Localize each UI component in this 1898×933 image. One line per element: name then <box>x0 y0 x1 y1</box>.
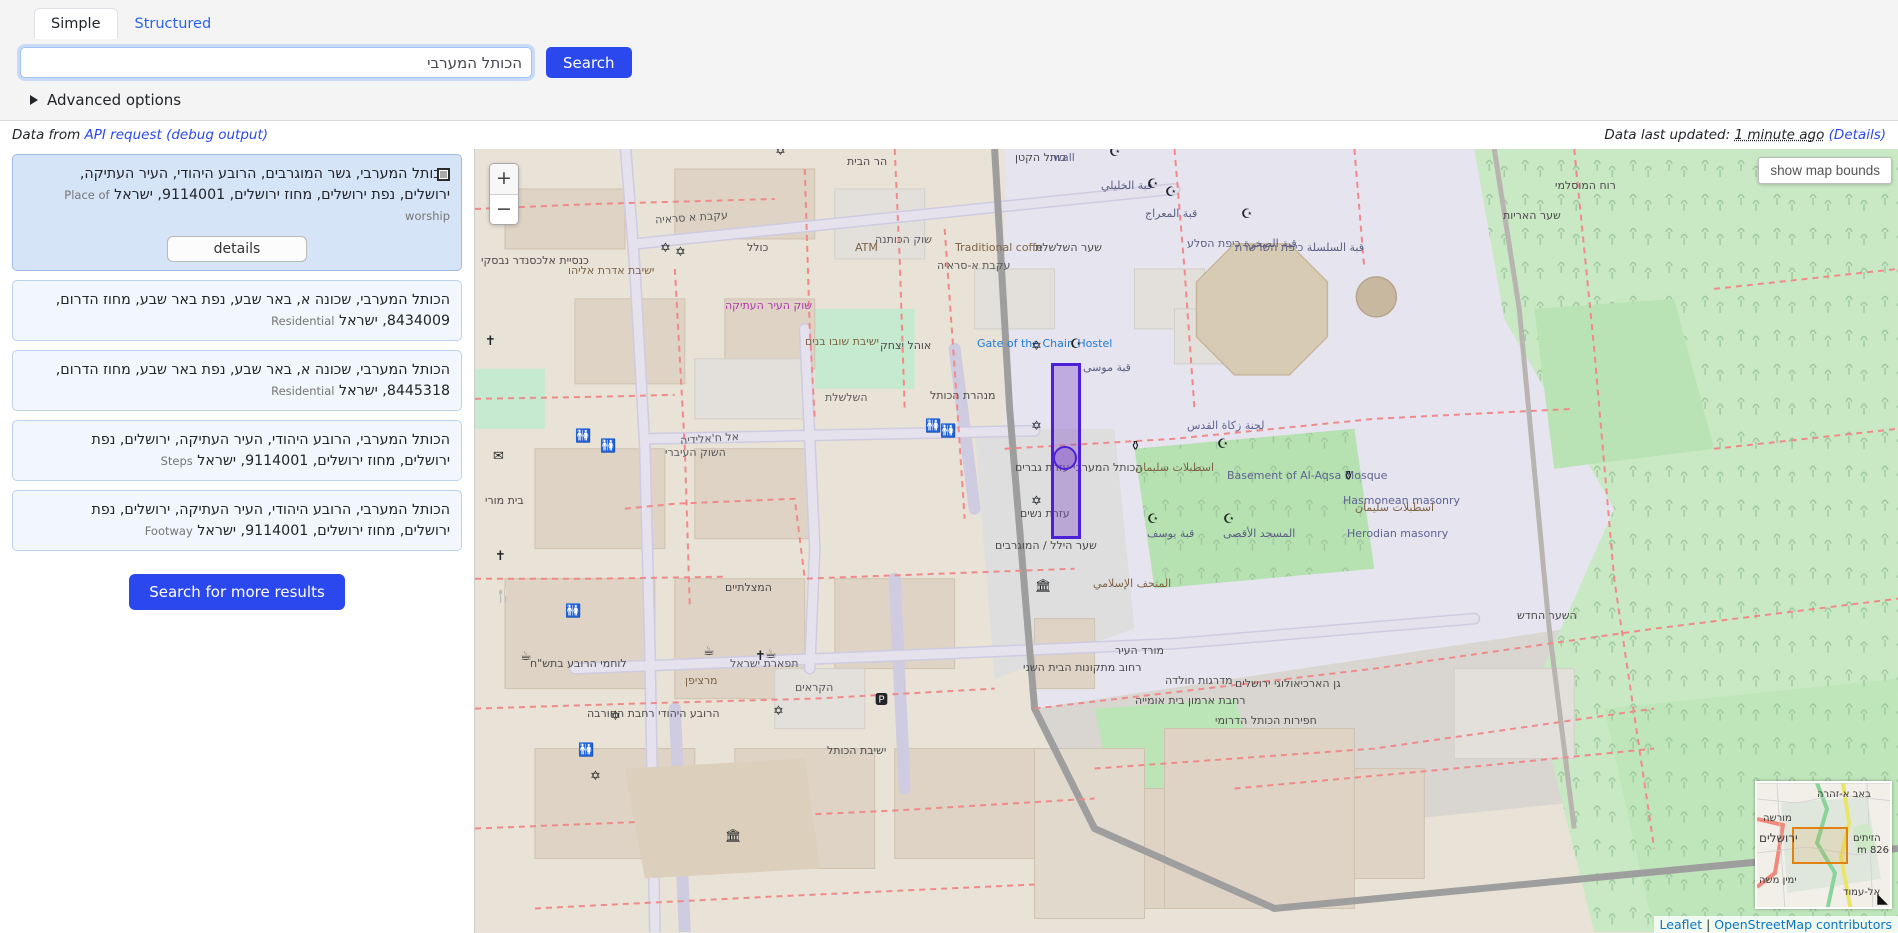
result-type-3: Residential <box>271 384 335 398</box>
highlighted-node-marker <box>1053 446 1077 470</box>
search-result-item-3[interactable]: הכותל המערבי, שכונה א, באר שבע, נפת באר … <box>12 350 462 411</box>
result-address-text-2: הכותל המערבי, שכונה א, באר שבע, נפת באר … <box>55 292 450 329</box>
leaflet-link[interactable]: Leaflet <box>1660 917 1703 932</box>
details-button-1[interactable]: details <box>167 236 307 262</box>
search-for-more-results-button[interactable]: Search for more results <box>129 574 345 610</box>
details-link[interactable]: (Details) <box>1829 127 1886 143</box>
advanced-options-label: Advanced options <box>47 91 182 109</box>
caret-right-icon <box>30 95 38 105</box>
search-mode-tabs: Simple Structured <box>12 6 1886 39</box>
search-results-list: הכותל המערבי, גשר המוגרבים, הרובע היהודי… <box>0 149 474 933</box>
tab-simple-label: Simple <box>51 16 101 32</box>
result-type-2: Residential <box>271 314 335 328</box>
data-from-prefix: Data from <box>12 127 85 143</box>
minimap-label: ירושלים <box>1759 831 1798 845</box>
body-split: הכותל המערבי, גשר המוגרבים, הרובע היהודי… <box>0 149 1898 933</box>
advanced-options-toggle[interactable]: Advanced options <box>12 91 1886 109</box>
result-address-text-3: הכותל המערבי, שכונה א, באר שבע, נפת באר … <box>55 362 450 399</box>
tab-structured-label: Structured <box>134 16 212 32</box>
search-result-item-5[interactable]: הכותל המערבי, הרובע היהודי, העיר העתיקה,… <box>12 490 462 551</box>
search-result-item-1[interactable]: הכותל המערבי, גשר המוגרבים, הרובע היהודי… <box>12 154 462 271</box>
zoom-in-button[interactable]: + <box>490 164 518 194</box>
api-request-link[interactable]: API request <box>85 127 162 143</box>
osm-contributors-link[interactable]: OpenStreetMap contributors <box>1714 917 1892 932</box>
search-result-item-4[interactable]: הכותל המערבי, הרובע היהודי, העיר העתיקה,… <box>12 420 462 481</box>
more-results-wrap: Search for more results <box>12 574 462 610</box>
minimap-label: מורשה <box>1763 813 1792 824</box>
result-address-3: הכותל המערבי, שכונה א, באר שבע, נפת באר … <box>24 360 450 402</box>
minimap-label: אל-עמוד <box>1843 887 1881 898</box>
debug-output-link[interactable]: (debug output) <box>166 127 268 143</box>
data-source-strip: Data from API request (debug output) Dat… <box>0 121 1898 149</box>
details-wrap-1: details <box>24 236 450 262</box>
minimap-collapse-arrow-icon[interactable]: ◣ <box>1877 891 1888 907</box>
map-attribution: Leaflet | OpenStreetMap contributors <box>1653 916 1898 933</box>
data-updated-block: Data last updated: 1 minute ago (Details… <box>1604 127 1886 143</box>
search-result-item-2[interactable]: הכותל המערבי, שכונה א, באר שבע, נפת באר … <box>12 280 462 341</box>
result-address-text-1: הכותל המערבי, גשר המוגרבים, הרובע היהודי… <box>79 166 450 203</box>
data-updated-prefix: Data last updated: <box>1604 127 1735 143</box>
result-address-4: הכותל המערבי, הרובע היהודי, העיר העתיקה,… <box>24 430 450 472</box>
result-type-5: Footway <box>144 524 193 538</box>
result-marker-checkbox-1[interactable] <box>437 168 450 181</box>
result-address-text-4: הכותל המערבי, הרובע היהודי, העיר העתיקה,… <box>91 432 450 469</box>
result-address-2: הכותל המערבי, שכונה א, באר שבע, נפת באר … <box>24 290 450 332</box>
tab-structured[interactable]: Structured <box>118 8 229 39</box>
attribution-separator: | <box>1702 917 1715 932</box>
last-updated-value: 1 minute ago <box>1734 127 1825 143</box>
minimap-label: באב א-זהרה <box>1817 789 1871 800</box>
result-type-4: Steps <box>160 454 193 468</box>
zoom-out-button[interactable]: − <box>490 194 518 224</box>
minimap-label: הזיתים <box>1853 833 1881 844</box>
minimap[interactable]: באב א-זהרה מורשה ירושלים ימין משה הזיתים… <box>1755 781 1892 909</box>
result-address-1: הכותל המערבי, גשר המוגרבים, הרובע היהודי… <box>24 164 450 227</box>
tab-simple[interactable]: Simple <box>34 8 118 39</box>
show-map-bounds-button[interactable]: show map bounds <box>1758 157 1892 184</box>
search-panel: Simple Structured Search Advanced option… <box>0 0 1898 121</box>
minimap-label: ימין משה <box>1759 875 1797 886</box>
data-from-block: Data from API request (debug output) <box>12 127 268 143</box>
zoom-control[interactable]: + − <box>489 163 519 225</box>
map-tile-canvas <box>475 149 1898 933</box>
result-address-5: הכותל המערבי, הרובע היהודי, העיר העתיקה,… <box>24 500 450 542</box>
search-button[interactable]: Search <box>546 47 632 78</box>
minimap-label: 826 m <box>1857 845 1890 856</box>
minimap-bounds-rect <box>1792 827 1848 864</box>
search-input[interactable] <box>20 47 532 78</box>
leaflet-map[interactable]: עקבת א סראיה אל ח'אלידיה שוק הכותנה עקבת א-… <box>474 149 1898 933</box>
query-row: Search <box>12 47 1886 78</box>
